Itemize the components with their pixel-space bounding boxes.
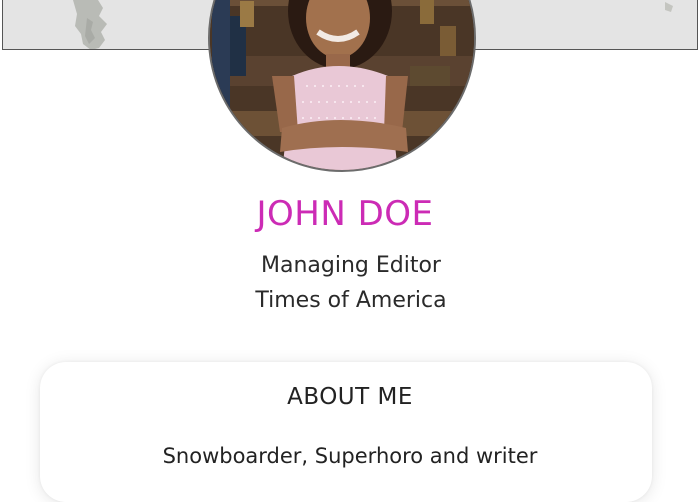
profile-job-title: Managing Editor [261, 253, 441, 278]
profile-company: Times of America [255, 288, 447, 313]
profile-name: JOHN DOE [256, 194, 434, 234]
avatar [208, 0, 476, 172]
about-heading: ABOUT ME [287, 384, 413, 410]
about-text: Snowboarder, Superhoro and writer [162, 444, 538, 468]
about-card: ABOUT ME Snowboarder, Superhoro and writ… [40, 362, 652, 502]
